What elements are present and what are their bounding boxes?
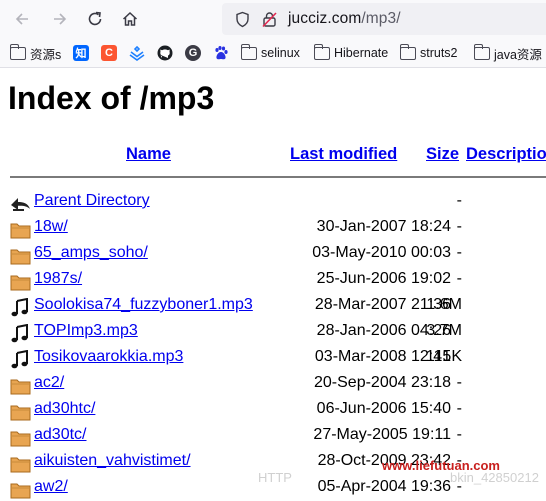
entry-size: -	[456, 426, 462, 443]
bookmark-juejin[interactable]	[129, 43, 149, 63]
bookmark-folder-struts2[interactable]: struts2	[399, 43, 458, 63]
home-icon	[122, 11, 138, 26]
folder-icon	[313, 44, 330, 61]
watermark-right: bkin_42850212	[450, 470, 539, 485]
folder-icon	[10, 457, 31, 473]
bookmark-g[interactable]: G	[185, 43, 205, 63]
folder-icon	[10, 275, 31, 291]
folder-icon	[9, 44, 26, 61]
music-note-icon	[11, 298, 28, 317]
bookmark-zhihu[interactable]: 知	[73, 43, 93, 63]
table-row: 18w/ 30-Jan-2007 18:24 -	[0, 215, 546, 241]
folder-icon	[10, 249, 31, 265]
back-arrow-icon	[15, 13, 28, 25]
table-row: ad30htc/ 06-Jun-2006 15:40 -	[0, 397, 546, 423]
bookmark-folder-hibernate[interactable]: Hibernate	[313, 43, 389, 63]
entry-size: -	[456, 400, 462, 417]
url-domain: jucciz.com	[288, 10, 362, 27]
entry-link[interactable]: 65_amps_soho/	[34, 244, 148, 262]
column-header-last-modified[interactable]: Last modified	[290, 145, 397, 164]
entry-link[interactable]: Tosikovaarokkia.mp3	[34, 348, 183, 366]
entry-link[interactable]: ac2/	[34, 374, 64, 392]
entry-size: 1.6M	[426, 296, 462, 313]
back-arrow-icon	[11, 198, 30, 211]
entry-size: 3.7M	[426, 322, 462, 339]
bookmark-label: struts2	[420, 46, 458, 60]
reload-icon	[88, 11, 102, 26]
table-row: Parent Directory -	[0, 189, 546, 215]
entry-size: -	[456, 192, 462, 209]
entry-size: -	[456, 270, 462, 287]
table-row: 1987s/ 25-Jun-2006 19:02 -	[0, 267, 546, 293]
entry-size: 115K	[425, 348, 462, 365]
bookmark-github[interactable]	[157, 43, 177, 63]
bookmark-label: selinux	[261, 46, 300, 60]
entry-link[interactable]: Parent Directory	[34, 192, 150, 210]
header-divider	[10, 176, 546, 178]
folder-icon	[10, 223, 31, 239]
folder-icon	[10, 379, 31, 395]
forward-button[interactable]	[46, 5, 74, 33]
juejin-icon	[129, 45, 145, 61]
entry-link[interactable]: aw2/	[34, 478, 68, 496]
g-icon: G	[185, 45, 201, 61]
entry-size: -	[456, 374, 462, 391]
bookmark-csdn[interactable]: C	[101, 43, 121, 63]
entry-link[interactable]: Soolokisa74_fuzzyboner1.mp3	[34, 296, 253, 314]
column-header-description[interactable]: Description	[466, 145, 546, 164]
url-bar[interactable]: jucciz.com/mp3/	[222, 3, 546, 35]
entry-link[interactable]: 1987s/	[34, 270, 82, 288]
zhihu-icon: 知	[73, 45, 89, 61]
shield-icon[interactable]	[234, 11, 251, 28]
url-path: /mp3/	[361, 10, 401, 27]
csdn-icon: C	[101, 45, 117, 61]
entry-link[interactable]: TOPImp3.mp3	[34, 322, 138, 340]
table-row: 65_amps_soho/ 03-May-2010 00:03 -	[0, 241, 546, 267]
folder-icon	[10, 483, 31, 499]
folder-icon	[240, 44, 257, 61]
folder-icon	[10, 431, 31, 447]
folder-icon	[10, 405, 31, 421]
bookmark-folder-resources[interactable]: 资源s	[9, 43, 62, 63]
music-note-icon	[11, 350, 28, 369]
bookmark-baidu[interactable]	[213, 43, 233, 63]
home-button[interactable]	[116, 5, 144, 33]
baidu-icon	[215, 46, 228, 60]
url-text[interactable]: jucciz.com/mp3/	[288, 10, 401, 28]
github-icon	[157, 45, 173, 61]
back-button[interactable]	[8, 5, 36, 33]
music-note-icon	[11, 324, 28, 343]
watermark-left: HTTP	[258, 470, 292, 485]
bookmark-folder-selinux[interactable]: selinux	[240, 43, 300, 63]
insecure-lock-icon[interactable]	[261, 11, 278, 28]
bookmark-folder-java[interactable]: java资源	[473, 43, 542, 63]
bookmark-label: 资源s	[30, 47, 62, 62]
entry-link[interactable]: 18w/	[34, 218, 68, 236]
browser-toolbar: jucciz.com/mp3/	[0, 0, 546, 38]
entry-link[interactable]: aikuisten_vahvistimet/	[34, 452, 191, 470]
entry-link[interactable]: ad30tc/	[34, 426, 86, 444]
folder-icon	[399, 44, 416, 61]
table-row: ad30tc/ 27-May-2005 19:11 -	[0, 423, 546, 449]
forward-arrow-icon	[54, 13, 67, 25]
entry-size: -	[456, 244, 462, 261]
page-title: Index of /mp3	[8, 80, 215, 116]
bookmarks-bar: 资源s 知 C G selinux Hibernate struts2 java…	[0, 38, 546, 68]
reload-button[interactable]	[81, 5, 109, 33]
column-header-size[interactable]: Size	[426, 145, 459, 164]
table-row: ac2/ 20-Sep-2004 23:18 -	[0, 371, 546, 397]
entry-size: -	[456, 218, 462, 235]
table-row: TOPImp3.mp3 28-Jan-2006 04:26 3.7M	[0, 319, 546, 345]
bookmark-label: Hibernate	[334, 46, 389, 60]
entry-link[interactable]: ad30htc/	[34, 400, 95, 418]
table-row: Soolokisa74_fuzzyboner1.mp3 28-Mar-2007 …	[0, 293, 546, 319]
folder-icon	[473, 44, 490, 61]
column-header-name[interactable]: Name	[126, 145, 171, 164]
table-row: Tosikovaarokkia.mp3 03-Mar-2008 12:41 11…	[0, 345, 546, 371]
bookmark-label: java资源	[494, 47, 542, 62]
